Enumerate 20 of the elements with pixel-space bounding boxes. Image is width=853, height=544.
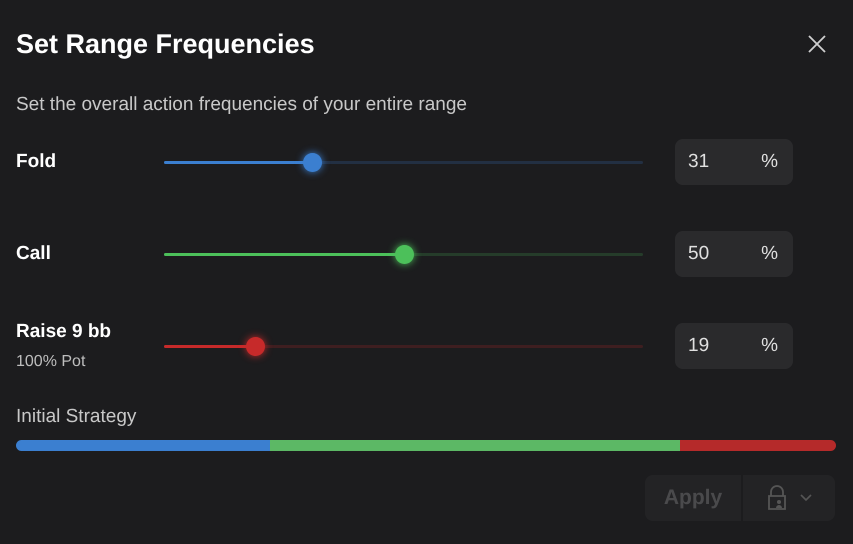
- close-icon: [807, 34, 827, 54]
- caret-icon: [800, 494, 812, 502]
- action-label: Fold: [16, 150, 58, 174]
- percent-unit: %: [761, 334, 778, 358]
- action-sublabel: 100% Pot: [16, 352, 86, 372]
- percent-unit: %: [761, 150, 778, 174]
- action-label: Call: [16, 242, 52, 266]
- lock-dropdown-button[interactable]: [743, 474, 835, 520]
- action-label: Raise 9 bb: [16, 320, 112, 344]
- slider-thumb[interactable]: [246, 336, 265, 356]
- slider-thumb[interactable]: [303, 152, 322, 172]
- dialog-description: Set the overall action frequencies of your entire range: [16, 92, 468, 116]
- dialog-title: Set Range Frequencies: [16, 28, 315, 61]
- lock-icon: [766, 484, 788, 512]
- percent-input[interactable]: 31 %: [675, 139, 793, 185]
- percent-input[interactable]: 50 %: [675, 231, 793, 277]
- strategy-label: Initial Strategy: [16, 405, 138, 429]
- percent-unit: %: [761, 242, 778, 266]
- percent-input[interactable]: 19 %: [675, 323, 793, 369]
- slider-thumb[interactable]: [394, 244, 414, 264]
